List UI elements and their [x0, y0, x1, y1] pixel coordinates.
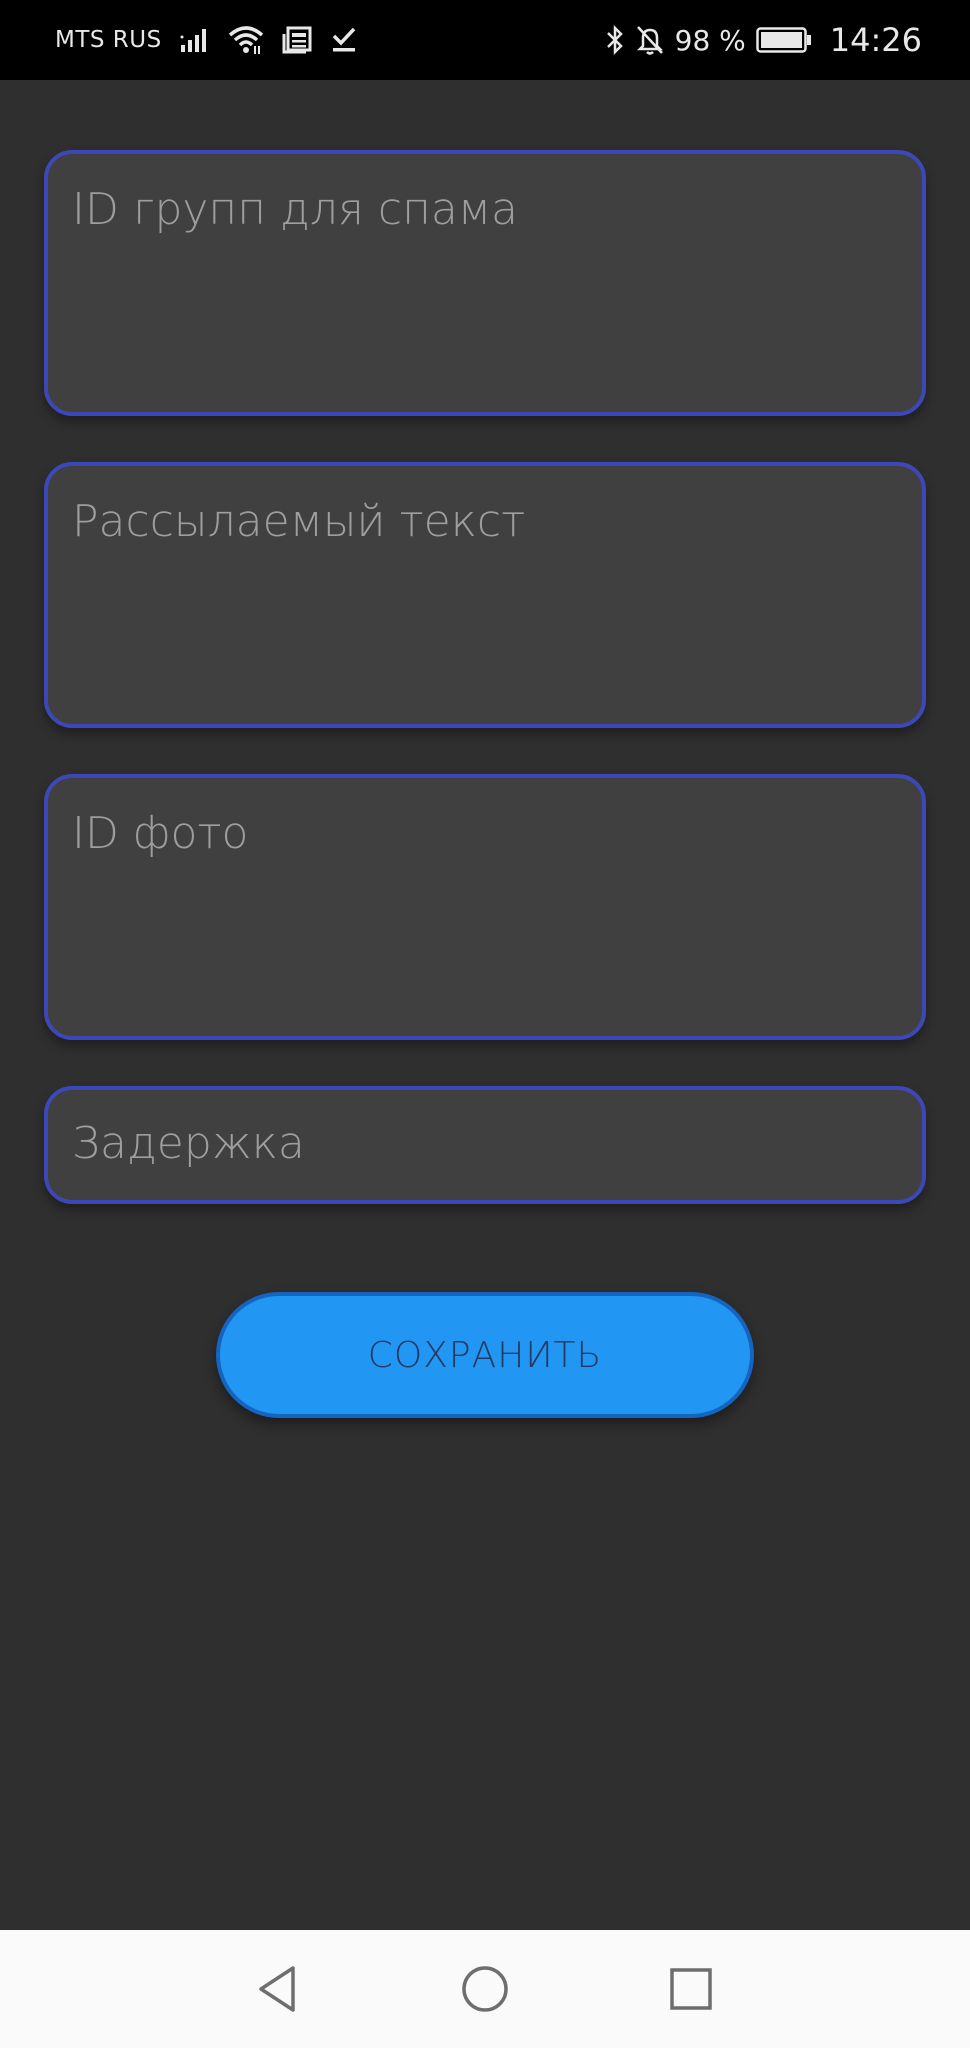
- signal-icon: [180, 27, 210, 53]
- status-bar-left: MTS RUS: [55, 0, 358, 80]
- navigation-bar: [0, 1930, 970, 2048]
- carrier-name: MTS RUS: [55, 27, 162, 53]
- message-text-input[interactable]: Рассылаемый текст: [44, 462, 926, 728]
- bluetooth-icon: [605, 24, 625, 56]
- wifi-icon: [228, 25, 264, 55]
- group-ids-placeholder: ID групп для спама: [72, 184, 518, 235]
- save-button-label: СОХРАНИТЬ: [367, 1334, 603, 1376]
- message-text-placeholder: Рассылаемый текст: [72, 496, 526, 547]
- news-icon: [282, 26, 312, 54]
- group-ids-input[interactable]: ID групп для спама: [44, 150, 926, 416]
- status-bar: MTS RUS 98 % 14:26: [0, 0, 970, 80]
- photo-id-placeholder: ID фото: [72, 808, 249, 859]
- delay-input[interactable]: Задержка: [44, 1086, 926, 1204]
- photo-id-input[interactable]: ID фото: [44, 774, 926, 1040]
- back-icon: [255, 1964, 299, 2018]
- battery-icon: [756, 26, 812, 54]
- recent-apps-button[interactable]: [664, 1964, 718, 2018]
- clock: 14:26: [829, 21, 922, 59]
- battery-percent: 98 %: [674, 23, 746, 57]
- recent-apps-icon: [669, 1967, 713, 2015]
- back-button[interactable]: [250, 1964, 304, 2018]
- status-bar-right: 98 % 14:26: [605, 0, 922, 80]
- notifications-off-icon: [635, 24, 665, 56]
- delay-placeholder: Задержка: [72, 1118, 305, 1169]
- download-done-icon: [330, 26, 358, 54]
- home-icon: [460, 1964, 510, 2018]
- app-screen: MTS RUS 98 % 14:26 ID групп для спама Ра…: [0, 0, 970, 2048]
- save-button[interactable]: СОХРАНИТЬ: [216, 1292, 754, 1418]
- home-button[interactable]: [458, 1964, 512, 2018]
